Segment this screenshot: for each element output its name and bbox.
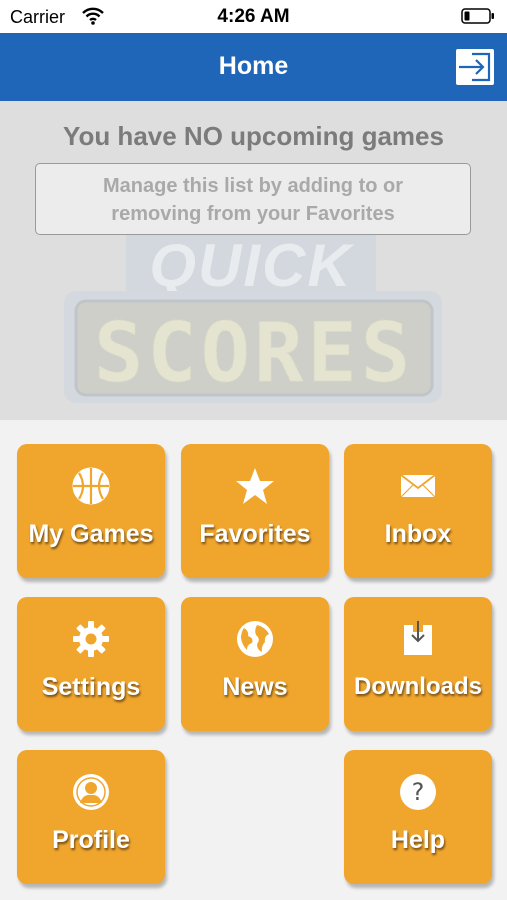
download-icon [404, 621, 432, 655]
logout-button[interactable] [456, 49, 494, 85]
news-button[interactable]: News [181, 597, 329, 731]
settings-button[interactable]: Settings [17, 597, 165, 731]
envelope-icon [400, 474, 436, 498]
gear-icon [73, 621, 109, 657]
nav-bar: Home [0, 33, 507, 101]
favorites-hint-box: Manage this list by adding to or removin… [35, 163, 471, 235]
inbox-button[interactable]: Inbox [344, 444, 492, 578]
globe-icon [237, 621, 273, 657]
page-title: Home [218, 52, 289, 80]
hint-line-2: removing from your Favorites [111, 203, 395, 225]
person-icon [73, 774, 109, 810]
basketball-icon [72, 467, 110, 505]
profile-button[interactable]: Profile [17, 750, 165, 884]
no-upcoming-games-message: You have NO upcoming games [63, 121, 444, 151]
star-icon [236, 468, 274, 504]
battery-icon [461, 8, 494, 24]
help-button[interactable]: ? Help [344, 750, 492, 884]
question-icon: ? [400, 774, 436, 810]
my-games-button[interactable]: My Games [17, 444, 165, 578]
svg-text:?: ? [412, 778, 425, 806]
inbox-label: Inbox [384, 520, 452, 548]
favorites-button[interactable]: Favorites [181, 444, 329, 578]
quick-scores-logo: QUICK SCORES [64, 231, 442, 403]
profile-label: Profile [52, 826, 130, 854]
hint-line-1: Manage this list by adding to or [102, 175, 404, 197]
status-bar: Carrier 4:26 AM [0, 0, 507, 33]
downloads-button[interactable]: Downloads [344, 597, 492, 731]
svg-text:QUICK: QUICK [149, 232, 354, 299]
downloads-label: Downloads [353, 673, 482, 700]
favorites-label: Favorites [199, 520, 311, 548]
settings-label: Settings [41, 673, 141, 701]
svg-text:SCORES: SCORES [94, 306, 414, 401]
status-time: 4:26 AM [217, 6, 290, 27]
help-label: Help [390, 826, 446, 854]
upcoming-games-panel: QUICK SCORES You have NO upcoming games … [0, 101, 507, 420]
news-label: News [222, 673, 288, 701]
my-games-label: My Games [28, 520, 154, 548]
sign-out-icon [459, 52, 491, 82]
